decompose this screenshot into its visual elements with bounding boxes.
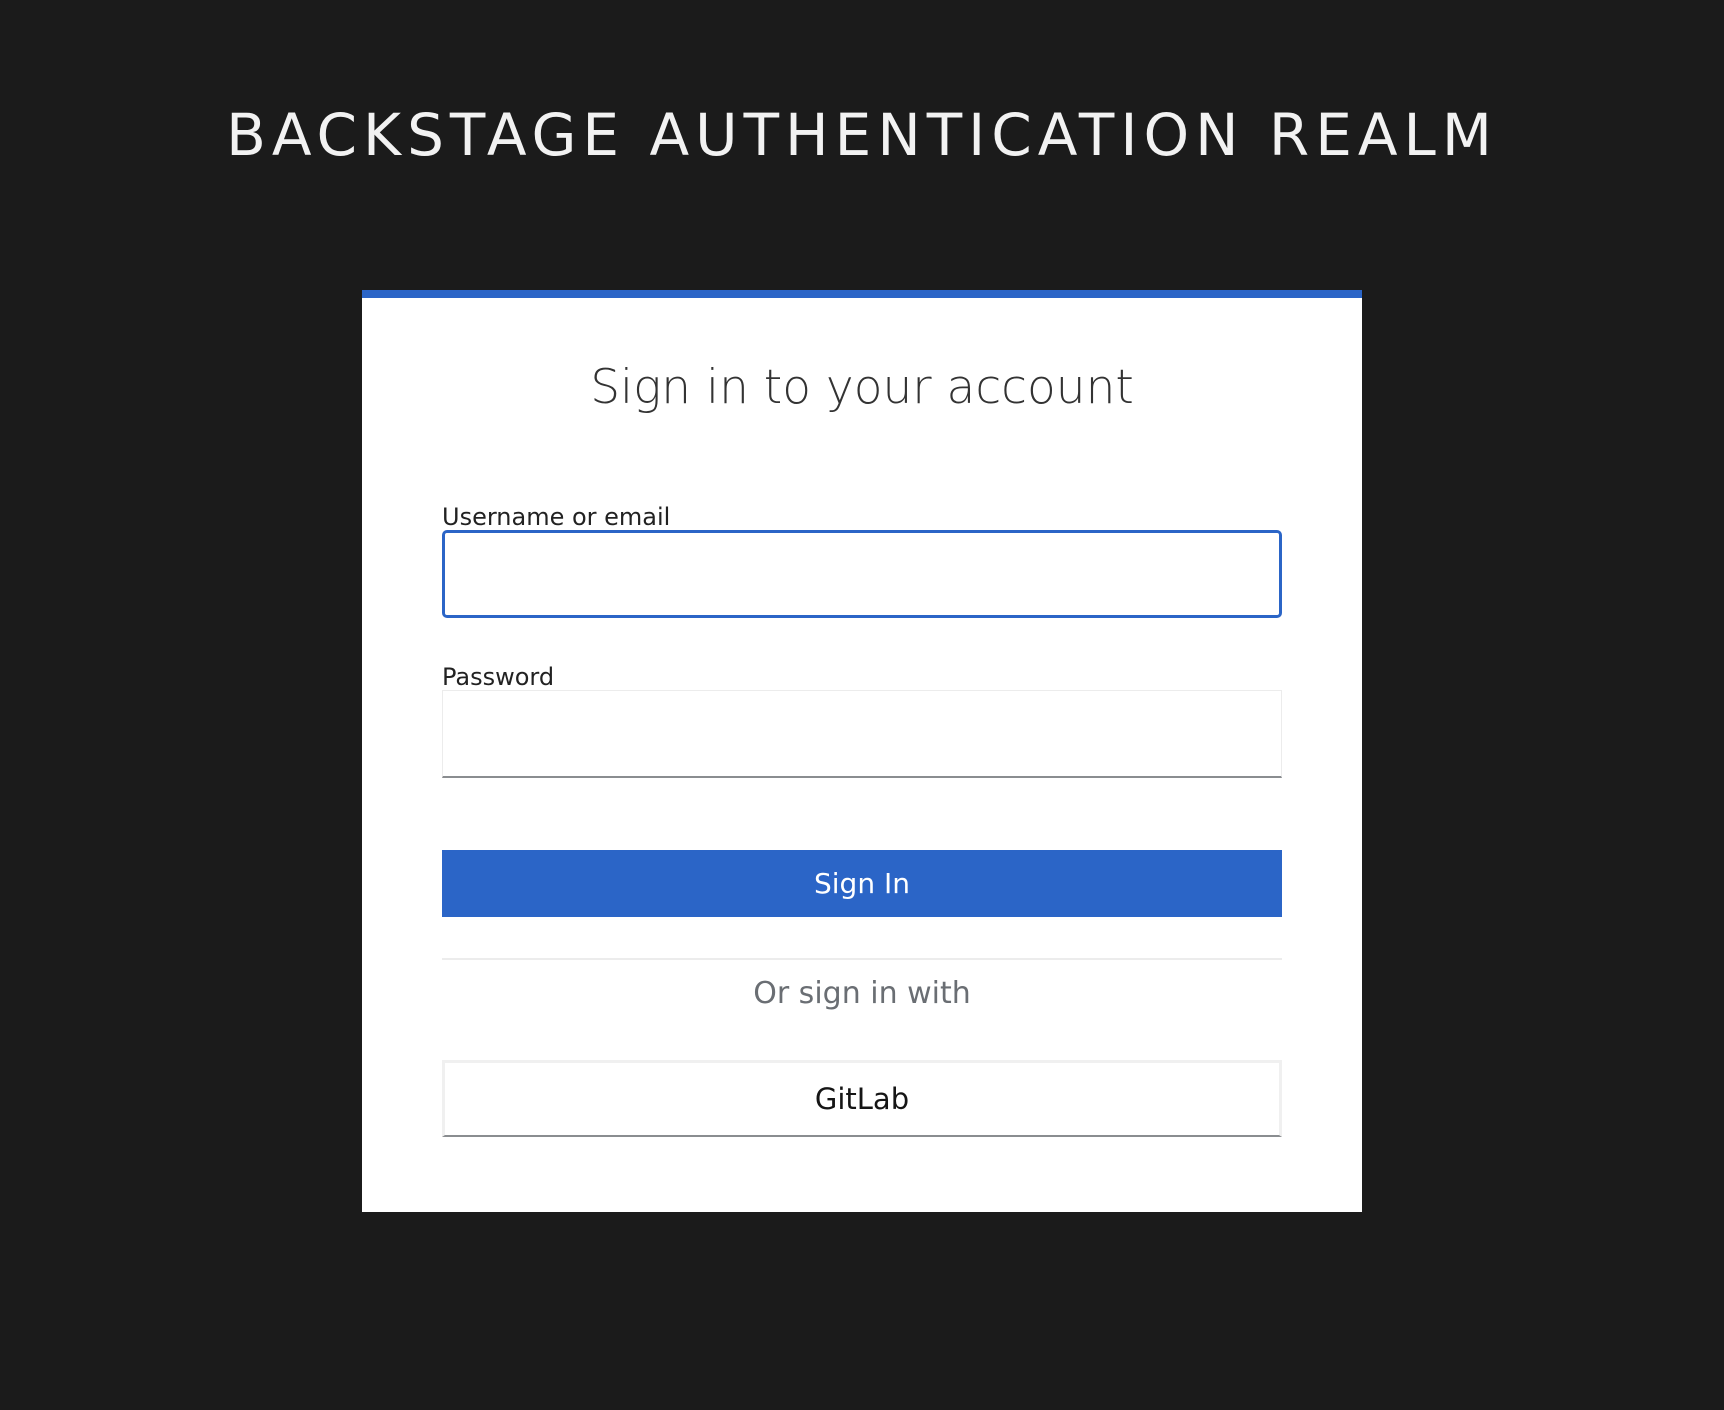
realm-title: BACKSTAGE AUTHENTICATION REALM [226, 101, 1498, 169]
username-input[interactable] [442, 530, 1282, 618]
sign-in-button[interactable]: Sign In [442, 850, 1282, 917]
alternate-signin-text: Or sign in with [753, 976, 971, 1011]
gitlab-signin-button[interactable]: GitLab [442, 1060, 1282, 1137]
password-label: Password [442, 663, 555, 691]
login-heading: Sign in to your account [590, 360, 1134, 415]
username-label: Username or email [442, 503, 671, 531]
divider [442, 958, 1282, 960]
password-input[interactable] [442, 690, 1282, 778]
login-card: Sign in to your account Username or emai… [362, 290, 1362, 1212]
